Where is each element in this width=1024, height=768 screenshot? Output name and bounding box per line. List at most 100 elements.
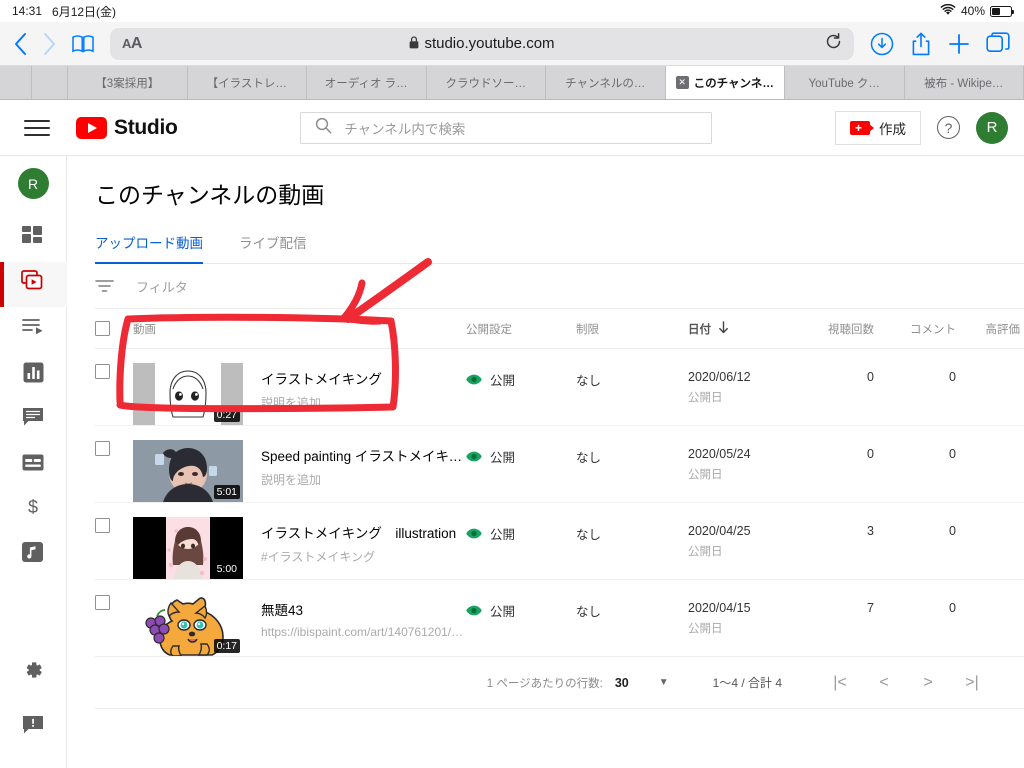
tab-live-streams[interactable]: ライブ配信 bbox=[239, 232, 307, 263]
column-header-date[interactable]: 日付 bbox=[688, 321, 818, 337]
video-duration: 0:27 bbox=[214, 408, 240, 422]
forward-button[interactable] bbox=[43, 32, 56, 56]
column-header-restrictions[interactable]: 制限 bbox=[576, 321, 688, 337]
search-input[interactable]: チャンネル内で検索 bbox=[300, 112, 712, 144]
row-checkbox[interactable] bbox=[95, 518, 110, 533]
views-value: 3 bbox=[818, 517, 874, 538]
comments-value: 0 bbox=[896, 517, 956, 538]
download-icon[interactable] bbox=[870, 32, 894, 56]
visibility-cell[interactable]: 公開 bbox=[466, 363, 576, 389]
sidebar-item-videos[interactable] bbox=[0, 262, 67, 307]
column-header-video[interactable]: 動画 bbox=[133, 321, 466, 337]
create-button[interactable]: 作成 bbox=[835, 111, 921, 145]
likes-value bbox=[968, 363, 1020, 370]
table-row[interactable]: 5:00 イラストメイキング illustration #イラストメイキング bbox=[95, 503, 1024, 580]
visibility-cell[interactable]: 公開 bbox=[466, 594, 576, 620]
sidebar-item-send-feedback[interactable] bbox=[0, 705, 67, 750]
date-value: 2020/06/12 bbox=[688, 370, 818, 384]
browser-tab-2[interactable]: オーディオ ラ… bbox=[307, 66, 427, 99]
visibility-cell[interactable]: 公開 bbox=[466, 440, 576, 466]
column-header-visibility[interactable]: 公開設定 bbox=[466, 321, 576, 337]
column-header-comments[interactable]: コメント bbox=[896, 321, 968, 337]
date-value: 2020/05/24 bbox=[688, 447, 818, 461]
table-row[interactable]: 0:27 イラストメイキング 説明を追加 公開 bbox=[95, 349, 1024, 426]
table-header: 動画 公開設定 制限 日付 視聴回数 コメント 高評価 bbox=[95, 309, 1024, 349]
video-title[interactable]: イラストメイキング illustration bbox=[261, 522, 456, 542]
column-header-likes[interactable]: 高評価 bbox=[968, 321, 1024, 337]
video-description[interactable]: 説明を追加 bbox=[261, 394, 382, 411]
avatar[interactable]: R bbox=[976, 112, 1008, 144]
sidebar-item-analytics[interactable] bbox=[0, 352, 67, 397]
screen: 14:31 6月12日(金) 40% AA studi bbox=[0, 0, 1024, 768]
browser-tab-1[interactable]: 【イラストレ… bbox=[188, 66, 308, 99]
select-all-checkbox[interactable] bbox=[95, 321, 110, 336]
share-icon[interactable] bbox=[910, 32, 932, 56]
next-page-button[interactable]: > bbox=[906, 674, 950, 692]
rows-per-page-value[interactable]: 30 bbox=[615, 676, 629, 690]
column-header-views[interactable]: 視聴回数 bbox=[818, 321, 896, 337]
video-description[interactable]: 説明を追加 bbox=[261, 471, 466, 488]
table-row[interactable]: 0:17 無題43 https://ibispaint.com/art/1407… bbox=[95, 580, 1024, 657]
restrictions-cell: なし bbox=[576, 517, 688, 543]
table-row[interactable]: 5:01 Speed painting イラストメイキング 説明を追加 公 bbox=[95, 426, 1024, 503]
browser-tab-3[interactable]: クラウドソー… bbox=[427, 66, 547, 99]
close-icon[interactable]: ✕ bbox=[676, 76, 689, 89]
first-page-button[interactable]: |< bbox=[818, 674, 862, 692]
analytics-icon bbox=[23, 362, 44, 388]
video-title[interactable]: イラストメイキング bbox=[261, 368, 382, 388]
sidebar-item-dashboard[interactable] bbox=[0, 217, 67, 262]
tab-label: ライブ配信 bbox=[239, 236, 307, 251]
date-sublabel: 公開日 bbox=[688, 466, 818, 482]
help-icon[interactable]: ? bbox=[937, 116, 960, 139]
browser-tab-0[interactable]: 【3案採用】 bbox=[68, 66, 188, 99]
sidebar-item-settings[interactable] bbox=[0, 650, 67, 695]
studio-logo[interactable]: Studio bbox=[76, 116, 178, 140]
prev-page-button[interactable]: < bbox=[862, 674, 906, 692]
browser-tab-7[interactable]: 被布 - Wikipe… bbox=[905, 66, 1024, 99]
date-sublabel: 公開日 bbox=[688, 389, 818, 405]
filter-bar[interactable]: フィルタ bbox=[95, 264, 1024, 309]
tabs-icon[interactable] bbox=[986, 32, 1010, 56]
row-checkbox[interactable] bbox=[95, 364, 110, 379]
video-thumbnail[interactable]: 0:27 bbox=[133, 363, 243, 425]
reload-icon[interactable] bbox=[825, 33, 842, 55]
status-time: 14:31 bbox=[12, 4, 42, 18]
sidebar-item-playlists[interactable] bbox=[0, 307, 67, 352]
browser-tab-5-active[interactable]: ✕ このチャンネ… bbox=[666, 66, 786, 99]
sidebar-item-monetization[interactable]: $ bbox=[0, 487, 67, 532]
text-size-button[interactable]: AA bbox=[122, 35, 142, 53]
eye-icon bbox=[466, 372, 482, 388]
hamburger-icon[interactable] bbox=[24, 120, 50, 136]
sidebar-item-audio-library[interactable] bbox=[0, 532, 67, 577]
svg-text:$: $ bbox=[28, 497, 38, 517]
status-date: 6月12日(金) bbox=[52, 3, 116, 20]
video-thumbnail[interactable]: 5:01 bbox=[133, 440, 243, 502]
book-icon[interactable] bbox=[72, 34, 94, 54]
video-title[interactable]: Speed painting イラストメイキング bbox=[261, 445, 466, 465]
plus-icon[interactable] bbox=[948, 33, 970, 55]
sidebar-avatar[interactable]: R bbox=[18, 168, 49, 199]
video-title[interactable]: 無題43 bbox=[261, 599, 466, 619]
back-button[interactable] bbox=[14, 32, 27, 56]
lock-icon bbox=[409, 36, 419, 52]
browser-tab-4[interactable]: チャンネルの… bbox=[546, 66, 666, 99]
row-checkbox[interactable] bbox=[95, 441, 110, 456]
video-description[interactable]: https://ibispaint.com/art/140761201/ I'm bbox=[261, 625, 466, 639]
video-plus-icon bbox=[850, 121, 870, 135]
video-thumbnail[interactable]: 5:00 bbox=[133, 517, 243, 579]
sidebar-item-subtitles[interactable] bbox=[0, 442, 67, 487]
caret-down-icon[interactable]: ▼ bbox=[659, 677, 669, 688]
filter-icon[interactable] bbox=[95, 279, 114, 293]
video-thumbnail[interactable]: 0:17 bbox=[133, 594, 243, 656]
date-value: 2020/04/15 bbox=[688, 601, 818, 615]
tab-label: アップロード動画 bbox=[95, 236, 203, 251]
sidebar-item-comments[interactable] bbox=[0, 397, 67, 442]
tab-uploaded-videos[interactable]: アップロード動画 bbox=[95, 232, 203, 263]
row-checkbox[interactable] bbox=[95, 595, 110, 610]
video-duration: 0:17 bbox=[214, 639, 240, 653]
visibility-cell[interactable]: 公開 bbox=[466, 517, 576, 543]
video-description[interactable]: #イラストメイキング bbox=[261, 548, 456, 565]
browser-tab-6[interactable]: YouTube ク… bbox=[785, 66, 905, 99]
last-page-button[interactable]: >| bbox=[950, 674, 994, 692]
address-bar[interactable]: AA studio.youtube.com bbox=[110, 28, 854, 60]
